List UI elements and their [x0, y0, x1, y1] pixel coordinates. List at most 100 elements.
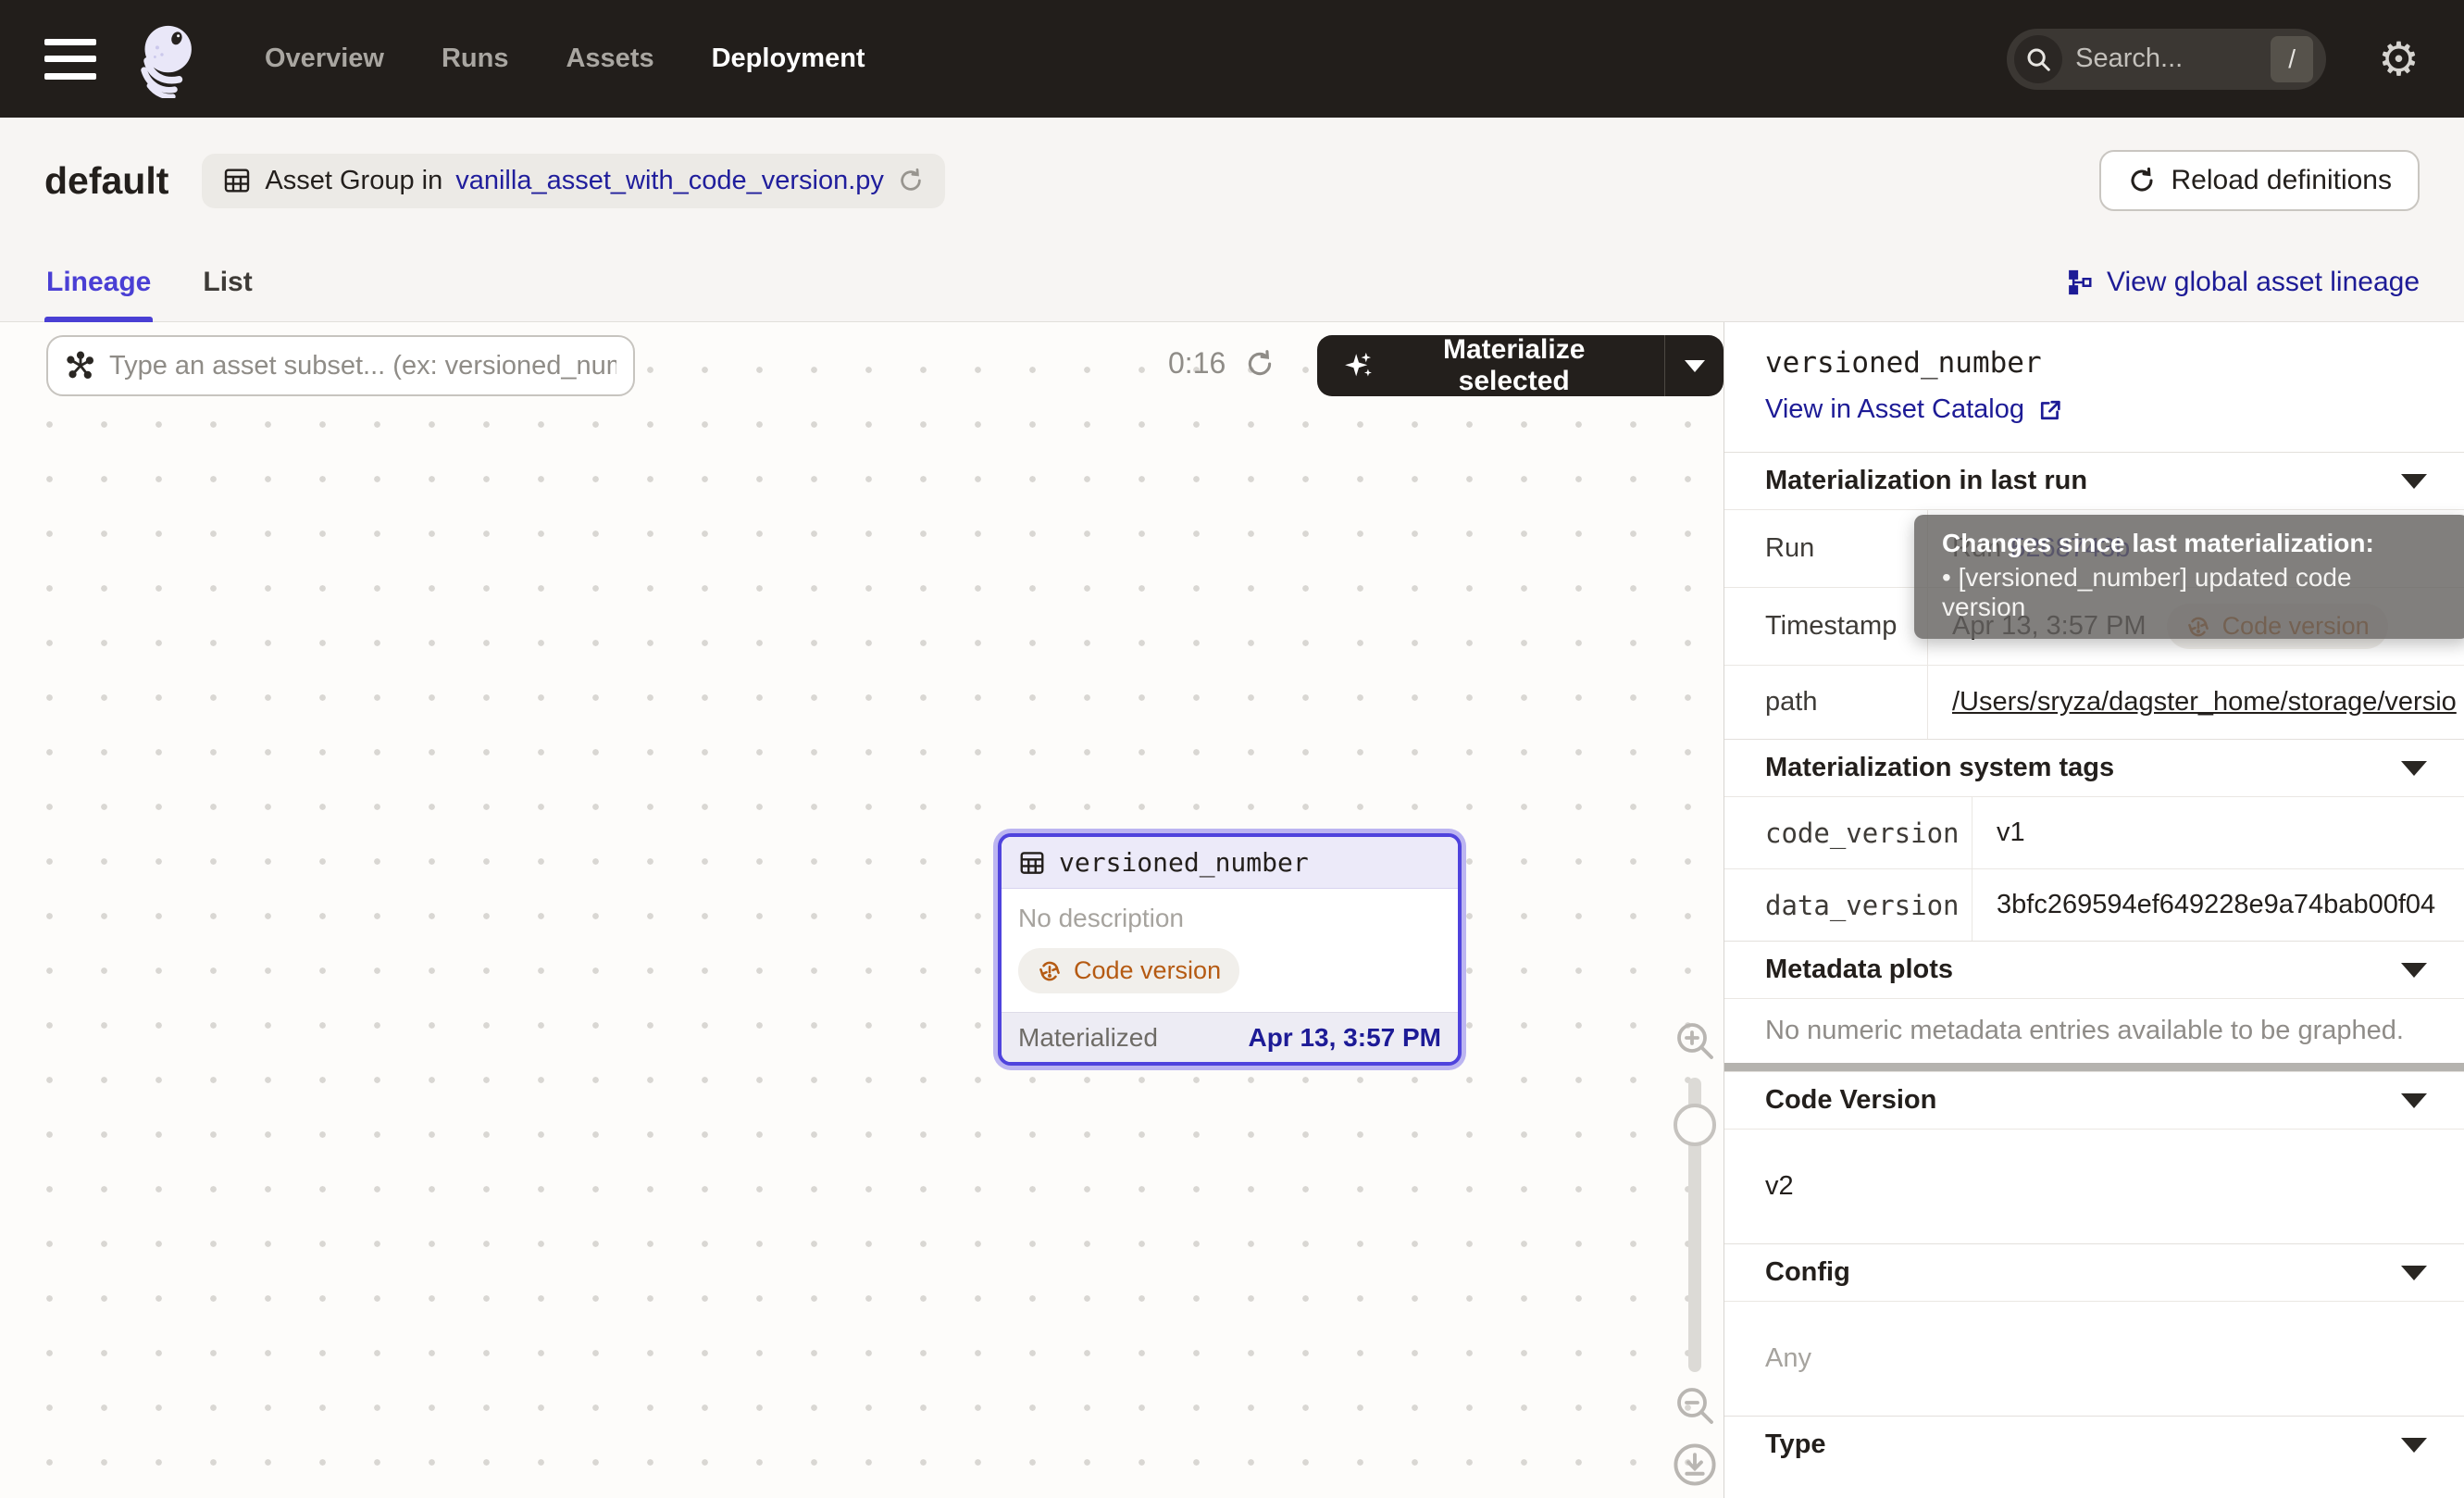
global-lineage-label: View global asset lineage — [2107, 267, 2420, 298]
main-area: Type an asset subset... (ex: versioned_n… — [0, 322, 2464, 1498]
top-nav: Overview Runs Assets Deployment Search..… — [0, 0, 2464, 118]
asset-details-panel: versioned_number View in Asset Catalog M… — [1724, 322, 2464, 1498]
materialize-button-group: Materialize selected — [1317, 335, 1724, 396]
asset-group-badge: Asset Group in vanilla_asset_with_code_v… — [202, 154, 945, 208]
chevron-down-icon — [2401, 1266, 2427, 1280]
asset-graph-icon — [65, 350, 96, 381]
nav-runs[interactable]: Runs — [442, 44, 509, 74]
reload-definitions-button[interactable]: Reload definitions — [2099, 150, 2420, 211]
timer-value: 0:16 — [1168, 346, 1226, 381]
tab-list[interactable]: List — [201, 243, 254, 321]
nav-overview[interactable]: Overview — [265, 44, 384, 74]
sparkle-icon — [1343, 350, 1375, 381]
code-version-row: code_version v1 — [1724, 796, 2464, 868]
zoom-slider-handle[interactable] — [1674, 1104, 1716, 1146]
metadata-empty-message: No numeric metadata entries available to… — [1724, 998, 2464, 1063]
zoom-slider[interactable] — [1666, 1078, 1724, 1372]
data-version-row: data_version 3bfc269594ef649228e9a74bab0… — [1724, 868, 2464, 941]
data-version-value: 3bfc269594ef649228e9a74bab00f04 — [1972, 869, 2464, 941]
section-label: Code Version — [1765, 1085, 1936, 1116]
section-label: Type — [1765, 1429, 1826, 1460]
data-version-key: data_version — [1724, 869, 1972, 941]
menu-icon[interactable] — [44, 39, 96, 80]
external-link-icon — [2037, 397, 2063, 423]
section-code-version[interactable]: Code Version — [1724, 1071, 2464, 1129]
code-version-value: v1 — [1972, 797, 2464, 868]
asset-subset-placeholder: Type an asset subset... (ex: versioned_n… — [109, 351, 616, 381]
search-shortcut-key: / — [2271, 36, 2313, 82]
download-image-icon[interactable] — [1671, 1441, 1719, 1489]
chevron-down-icon — [2401, 963, 2427, 978]
materialized-status-label: Materialized — [1018, 1023, 1158, 1053]
code-version-tag: Code version — [1018, 948, 1239, 993]
materialize-dropdown-button[interactable] — [1664, 335, 1724, 396]
view-global-asset-lineage-link[interactable]: View global asset lineage — [2066, 267, 2420, 298]
tab-lineage[interactable]: Lineage — [44, 243, 153, 321]
path-row-label: path — [1724, 666, 1928, 739]
auto-refresh-timer: 0:16 — [1168, 346, 1276, 381]
page-title: default — [44, 159, 168, 203]
asset-node-description: No description — [1018, 904, 1441, 933]
asset-node-versioned-number[interactable]: versioned_number No description Code ver… — [998, 833, 1462, 1066]
chevron-down-icon — [2401, 474, 2427, 489]
asset-table-icon — [1018, 849, 1046, 877]
code-version-change-icon — [1037, 958, 1063, 984]
zoom-out-icon[interactable] — [1673, 1383, 1717, 1428]
app-root: Overview Runs Assets Deployment Search..… — [0, 0, 2464, 1498]
lineage-canvas[interactable]: Type an asset subset... (ex: versioned_n… — [0, 322, 1724, 1498]
zoom-controls — [1666, 1018, 1724, 1489]
catalog-link-label: View in Asset Catalog — [1765, 394, 2024, 425]
asset-group-badge-text: Asset Group in — [265, 166, 442, 196]
asset-node-footer: Materialized Apr 13, 3:57 PM — [1002, 1012, 1458, 1062]
reload-icon — [2127, 166, 2157, 195]
config-value: Any — [1724, 1301, 2464, 1416]
settings-gear-icon[interactable]: ⚙ — [2378, 36, 2420, 82]
dagster-logo-icon[interactable] — [128, 20, 205, 98]
sidebar-asset-name: versioned_number — [1765, 346, 2423, 380]
section-config[interactable]: Config — [1724, 1243, 2464, 1301]
asset-node-title: versioned_number — [1059, 847, 1309, 878]
section-metadata-plots[interactable]: Metadata plots — [1724, 941, 2464, 998]
asset-node-body: No description Code version — [1002, 889, 1458, 1012]
changes-since-materialization-tooltip: Changes since last materialization: • [v… — [1914, 515, 2464, 639]
code-version-tag-label: Code version — [1074, 956, 1221, 985]
run-row-label: Run — [1724, 510, 1928, 587]
tabs-bar: Lineage List View global asset lineage — [0, 243, 2464, 322]
materialize-label: Materialize selected — [1389, 335, 1638, 396]
code-version-section-value: v2 — [1724, 1129, 2464, 1243]
zoom-in-icon[interactable] — [1673, 1018, 1717, 1063]
search-icon — [2014, 35, 2062, 83]
section-label: Materialization in last run — [1765, 466, 2087, 496]
section-materialization-system-tags[interactable]: Materialization system tags — [1724, 739, 2464, 796]
path-link[interactable]: /Users/sryza/dagster_home/storage/versio — [1952, 687, 2457, 718]
timer-refresh-icon[interactable] — [1244, 348, 1276, 380]
nav-deployment[interactable]: Deployment — [712, 44, 865, 74]
reload-label: Reload definitions — [2172, 165, 2393, 196]
asset-subset-input[interactable]: Type an asset subset... (ex: versioned_n… — [46, 335, 635, 396]
chevron-down-icon — [2401, 761, 2427, 776]
asset-group-grid-icon — [222, 166, 252, 195]
timestamp-row-label: Timestamp — [1724, 588, 1928, 665]
horizontal-scrollbar[interactable] — [1724, 1063, 2464, 1071]
path-row: path /Users/sryza/dagster_home/storage/v… — [1724, 665, 2464, 739]
section-type[interactable]: Type — [1724, 1416, 2464, 1473]
materialize-selected-button[interactable]: Materialize selected — [1317, 335, 1664, 396]
badge-refresh-icon[interactable] — [897, 167, 925, 194]
chevron-down-icon — [1685, 360, 1705, 372]
section-label: Metadata plots — [1765, 955, 1953, 985]
primary-nav: Overview Runs Assets Deployment — [265, 44, 865, 74]
view-in-asset-catalog-link[interactable]: View in Asset Catalog — [1765, 394, 2063, 425]
lineage-graph-icon — [2066, 268, 2094, 296]
chevron-down-icon — [2401, 1093, 2427, 1108]
section-label: Config — [1765, 1257, 1850, 1288]
section-materialization-in-last-run[interactable]: Materialization in last run — [1724, 452, 2464, 509]
tooltip-item: • [versioned_number] updated code versio… — [1942, 563, 2442, 622]
materialization-time-link[interactable]: Apr 13, 3:57 PM — [1248, 1023, 1441, 1053]
search-placeholder: Search... — [2075, 44, 2271, 74]
code-file-link[interactable]: vanilla_asset_with_code_version.py — [455, 166, 884, 196]
search-input[interactable]: Search... / — [2007, 29, 2326, 90]
nav-assets[interactable]: Assets — [566, 44, 653, 74]
asset-node-header: versioned_number — [1002, 837, 1458, 889]
sidebar-header: versioned_number View in Asset Catalog — [1724, 322, 2464, 452]
chevron-down-icon — [2401, 1438, 2427, 1453]
